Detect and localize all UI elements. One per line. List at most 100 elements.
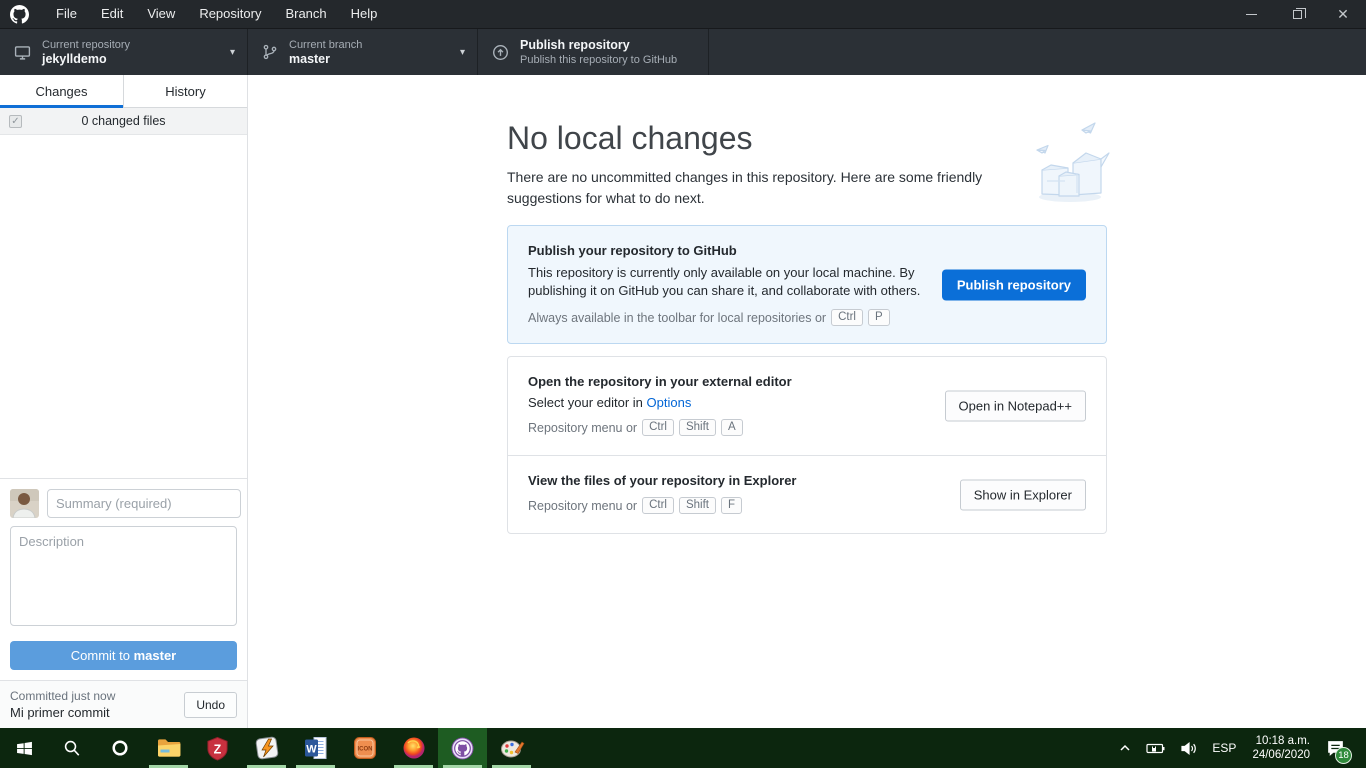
taskbar-app-winamp[interactable] — [242, 728, 291, 768]
volume-icon[interactable] — [1173, 728, 1205, 768]
last-commit-message: Mi primer commit — [10, 704, 115, 721]
changed-files-row: ✓ 0 changed files — [0, 108, 247, 135]
summary-input[interactable] — [47, 489, 241, 518]
git-branch-icon — [262, 44, 278, 60]
restore-icon — [1293, 10, 1302, 19]
show-explorer-hint-text: Repository menu or — [528, 499, 637, 513]
publish-repository-button[interactable]: Publish repository — [942, 269, 1086, 300]
zotero-icon: Z — [205, 736, 230, 761]
cortana-icon — [111, 739, 129, 757]
taskbar-app-icon-app[interactable]: ICON — [340, 728, 389, 768]
menu-edit[interactable]: Edit — [89, 0, 135, 28]
taskbar-app-paint[interactable] — [487, 728, 536, 768]
taskbar-app-github-desktop[interactable] — [438, 728, 487, 768]
restore-button[interactable] — [1274, 0, 1320, 28]
taskbar-app-zotero[interactable]: Z — [193, 728, 242, 768]
sidebar-tabs: Changes History — [0, 75, 247, 108]
minimize-icon — [1246, 14, 1257, 15]
language-indicator[interactable]: ESP — [1205, 728, 1243, 768]
menu-branch[interactable]: Branch — [273, 0, 338, 28]
publish-card-body: This repository is currently only availa… — [528, 264, 968, 300]
close-button[interactable]: ✕ — [1320, 0, 1366, 28]
key-ctrl: Ctrl — [831, 309, 863, 326]
battery-icon[interactable] — [1139, 728, 1173, 768]
upload-icon — [492, 44, 509, 61]
publish-card-hint: Always available in the toolbar for loca… — [528, 309, 1086, 326]
key-p: P — [868, 309, 890, 326]
options-link[interactable]: Options — [647, 395, 692, 410]
start-button[interactable] — [0, 728, 48, 768]
show-in-explorer-card: View the files of your repository in Exp… — [508, 455, 1106, 533]
notification-badge: 18 — [1335, 747, 1352, 764]
user-avatar — [10, 489, 39, 518]
changed-files-list — [0, 135, 247, 478]
publish-card: Publish your repository to GitHub This r… — [507, 225, 1107, 344]
key-ctrl: Ctrl — [642, 419, 674, 436]
clock[interactable]: 10:18 a.m. 24/06/2020 — [1243, 734, 1319, 762]
sidebar: Changes History ✓ 0 changed files Commit… — [0, 75, 248, 728]
menu-file[interactable]: File — [44, 0, 89, 28]
open-editor-card: Open the repository in your external edi… — [508, 357, 1106, 455]
main-content: No local changes There are no uncommitte… — [248, 75, 1366, 728]
taskbar-app-firefox[interactable] — [389, 728, 438, 768]
menu-view[interactable]: View — [135, 0, 187, 28]
clock-date: 24/06/2020 — [1252, 748, 1310, 762]
winamp-icon — [254, 735, 280, 761]
svg-text:W: W — [306, 744, 317, 756]
chevron-down-icon: ▾ — [460, 47, 465, 58]
current-branch-value: master — [289, 52, 362, 67]
github-logo-icon — [10, 4, 30, 24]
github-desktop-icon — [449, 735, 476, 762]
notification-center-button[interactable]: 18 — [1319, 728, 1356, 768]
page-subtitle: There are no uncommitted changes in this… — [507, 167, 1007, 209]
publish-card-title: Publish your repository to GitHub — [528, 243, 1086, 258]
menu-repository[interactable]: Repository — [187, 0, 273, 28]
svg-text:ICON: ICON — [357, 747, 372, 753]
key-shift: Shift — [679, 419, 716, 436]
undo-button[interactable]: Undo — [184, 692, 237, 718]
search-icon — [63, 739, 81, 757]
select-editor-text: Select your editor in — [528, 395, 643, 410]
cortana-button[interactable] — [96, 728, 144, 768]
key-ctrl: Ctrl — [642, 497, 674, 514]
clock-time: 10:18 a.m. — [1252, 734, 1310, 748]
chevron-down-icon: ▾ — [230, 47, 235, 58]
paint-icon — [499, 735, 525, 761]
current-repository-value: jekylldemo — [42, 52, 130, 67]
key-f: F — [721, 497, 742, 514]
svg-text:Z: Z — [214, 742, 222, 756]
icon-app-icon: ICON — [352, 735, 378, 761]
publish-repository-title: Publish repository — [520, 38, 677, 53]
publish-repository-toolbar-button[interactable]: Publish repository Publish this reposito… — [478, 29, 709, 75]
open-editor-hint-text: Repository menu or — [528, 421, 637, 435]
window-controls: ✕ — [1228, 0, 1366, 28]
current-branch-dropdown[interactable]: Current branch master ▾ — [248, 29, 478, 75]
taskbar-app-word[interactable]: W — [291, 728, 340, 768]
key-shift: Shift — [679, 497, 716, 514]
firefox-icon — [401, 735, 427, 761]
select-all-checkbox[interactable]: ✓ — [9, 115, 22, 128]
tab-history[interactable]: History — [123, 75, 247, 107]
menu-help[interactable]: Help — [339, 0, 390, 28]
toolbar: Current repository jekylldemo ▾ Current … — [0, 28, 1366, 75]
commit-form: Commit to master — [0, 478, 247, 680]
taskbar-app-file-explorer[interactable] — [144, 728, 193, 768]
show-in-explorer-button[interactable]: Show in Explorer — [960, 479, 1086, 510]
key-a: A — [721, 419, 743, 436]
description-textarea[interactable] — [10, 526, 237, 626]
tray-chevron-up-icon[interactable] — [1111, 728, 1139, 768]
no-changes-illustration-icon — [1025, 113, 1115, 212]
word-icon: W — [303, 735, 329, 761]
windows-taskbar: Z W ICON ESP — [0, 728, 1366, 768]
commit-button-prefix: Commit to — [71, 648, 134, 663]
commit-to-master-button[interactable]: Commit to master — [10, 641, 237, 670]
commit-button-branch: master — [134, 648, 177, 663]
search-button[interactable] — [48, 728, 96, 768]
system-tray: ESP 10:18 a.m. 24/06/2020 18 — [1111, 728, 1366, 768]
titlebar: File Edit View Repository Branch Help ✕ — [0, 0, 1366, 28]
tab-changes[interactable]: Changes — [0, 75, 123, 107]
current-repository-dropdown[interactable]: Current repository jekylldemo ▾ — [0, 29, 248, 75]
open-in-editor-button[interactable]: Open in Notepad++ — [945, 391, 1086, 422]
minimize-button[interactable] — [1228, 0, 1274, 28]
current-branch-label: Current branch — [289, 38, 362, 52]
